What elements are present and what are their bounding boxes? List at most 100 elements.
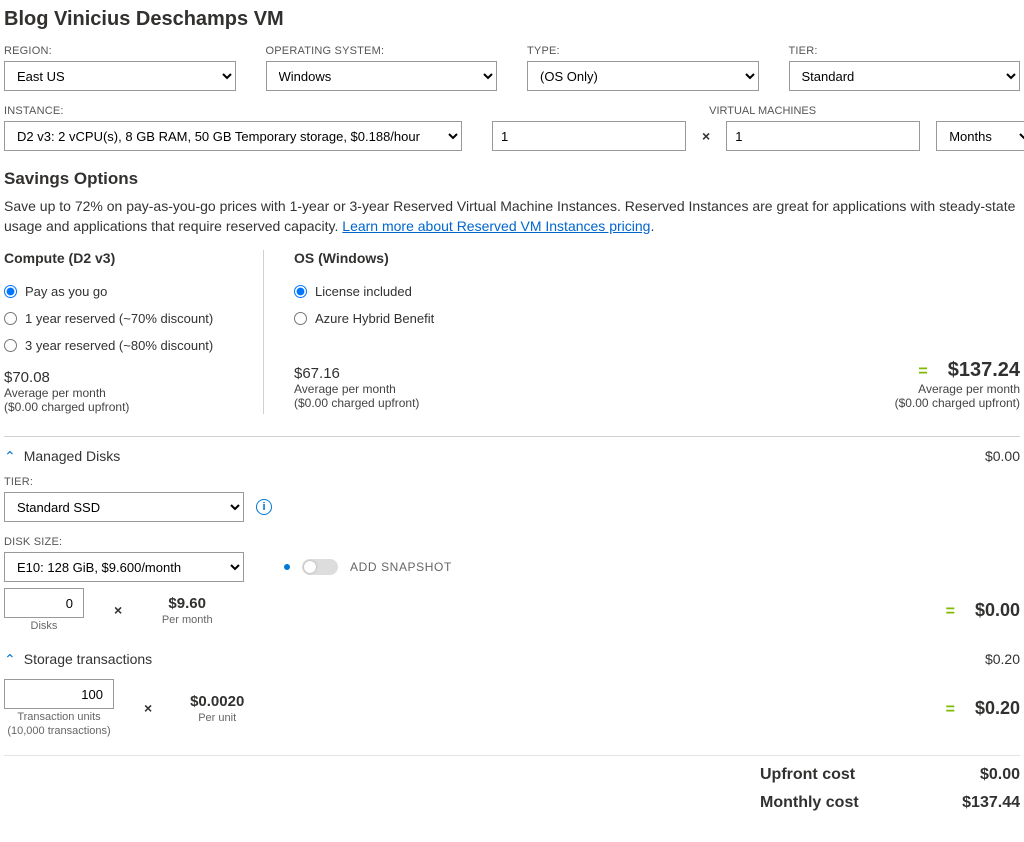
compute-3yr-option[interactable]: 3 year reserved (~80% discount) [4, 338, 233, 353]
os-license-label: License included [315, 284, 412, 299]
type-field: TYPE: (OS Only) [527, 45, 759, 91]
divider [4, 436, 1020, 437]
reserved-instances-link[interactable]: Learn more about Reserved VM Instances p… [342, 218, 650, 234]
tier-select[interactable]: Standard [789, 61, 1021, 91]
filter-row: REGION: East US OPERATING SYSTEM: Window… [4, 45, 1020, 91]
os-price-sub2: ($0.00 charged upfront) [294, 396, 534, 410]
duration-input[interactable] [726, 121, 920, 151]
disk-calc-line: Disks × $9.60 Per month = $0.00 [4, 588, 1020, 632]
instance-label: INSTANCE: [4, 105, 462, 117]
os-column: OS (Windows) License included Azure Hybr… [294, 250, 554, 414]
tier-field: TIER: Standard [789, 45, 1021, 91]
storage-tx-title: Storage transactions [24, 651, 152, 667]
chevron-up-icon: ⌄ [4, 447, 16, 464]
page-title: Blog Vinicius Deschamps VM [4, 8, 1020, 31]
disk-tier-label: TIER: [4, 476, 244, 488]
compute-subtotal-amount: $137.24 [948, 359, 1020, 382]
tx-qty-col: Transaction units (10,000 transactions) [4, 679, 114, 737]
os-license-option[interactable]: License included [294, 284, 534, 299]
info-icon[interactable]: i [256, 499, 272, 515]
disk-qty-label: Disks [31, 620, 58, 632]
os-price: $67.16 [294, 365, 534, 382]
vm-field: VIRTUAL MACHINES × Months [492, 105, 1024, 151]
tx-unit-label: Per unit [198, 712, 236, 724]
add-snapshot-toggle[interactable]: ADD SNAPSHOT [284, 559, 452, 575]
disk-size-field: DISK SIZE: E10: 128 GiB, $9.600/month [4, 536, 244, 582]
storage-tx-line-total: $0.20 [985, 651, 1020, 667]
divider [4, 755, 1020, 756]
storage-tx-header[interactable]: ⌄ Storage transactions $0.20 [4, 650, 1020, 667]
disk-size-select[interactable]: E10: 128 GiB, $9.600/month [4, 552, 244, 582]
chevron-up-icon: ⌄ [4, 650, 16, 667]
os-title: OS (Windows) [294, 250, 534, 266]
os-select[interactable]: Windows [266, 61, 498, 91]
os-price-block: $67.16 Average per month ($0.00 charged … [294, 365, 534, 410]
totals-block: Upfront cost $0.00 Monthly cost $137.44 [4, 766, 1020, 812]
disk-qty-col: Disks [4, 588, 84, 632]
compute-price: $70.08 [4, 369, 233, 386]
os-hybrid-radio[interactable] [294, 312, 307, 325]
compute-payg-option[interactable]: Pay as you go [4, 284, 233, 299]
equals-icon: = [918, 363, 927, 381]
multiply-icon: × [702, 128, 710, 144]
managed-disks-title: Managed Disks [24, 448, 121, 464]
managed-disks-header[interactable]: ⌄ Managed Disks $0.00 [4, 447, 1020, 464]
disk-subtotal-block: = $0.00 [946, 600, 1020, 621]
tx-qty-label: Transaction units [17, 711, 100, 723]
instance-field: INSTANCE: D2 v3: 2 vCPU(s), 8 GB RAM, 50… [4, 105, 462, 151]
os-label: OPERATING SYSTEM: [266, 45, 498, 57]
compute-3yr-label: 3 year reserved (~80% discount) [25, 338, 213, 353]
duration-unit-select[interactable]: Months [936, 121, 1024, 151]
vm-count-input[interactable] [492, 121, 686, 151]
type-label: TYPE: [527, 45, 759, 57]
vm-label: VIRTUAL MACHINES [492, 105, 1024, 117]
compute-price-sub1: Average per month [4, 386, 233, 400]
compute-payg-label: Pay as you go [25, 284, 107, 299]
os-license-radio[interactable] [294, 285, 307, 298]
compute-title: Compute (D2 v3) [4, 250, 233, 266]
snapshot-indicator-icon [284, 564, 290, 570]
upfront-cost-row: Upfront cost $0.00 [760, 766, 1020, 784]
compute-payg-radio[interactable] [4, 285, 17, 298]
managed-disks-line-total: $0.00 [985, 448, 1020, 464]
monthly-cost-row: Monthly cost $137.44 [760, 794, 1020, 812]
compute-subtotal-sub2: ($0.00 charged upfront) [895, 396, 1020, 410]
os-hybrid-option[interactable]: Azure Hybrid Benefit [294, 311, 534, 326]
compute-1yr-radio[interactable] [4, 312, 17, 325]
add-snapshot-label: ADD SNAPSHOT [350, 560, 452, 574]
disk-qty-input[interactable] [4, 588, 84, 618]
compute-3yr-radio[interactable] [4, 339, 17, 352]
savings-desc-post: . [650, 218, 654, 234]
disk-tier-field: TIER: Standard SSD [4, 476, 244, 522]
tx-unit-price: $0.0020 [190, 693, 244, 710]
instance-row: INSTANCE: D2 v3: 2 vCPU(s), 8 GB RAM, 50… [4, 105, 1020, 151]
type-select[interactable]: (OS Only) [527, 61, 759, 91]
savings-options-grid: Compute (D2 v3) Pay as you go 1 year res… [4, 250, 1020, 414]
equals-icon: = [946, 701, 955, 719]
compute-column: Compute (D2 v3) Pay as you go 1 year res… [4, 250, 264, 414]
region-field: REGION: East US [4, 45, 236, 91]
region-select[interactable]: East US [4, 61, 236, 91]
os-hybrid-label: Azure Hybrid Benefit [315, 311, 434, 326]
multiply-icon: × [114, 602, 122, 618]
compute-1yr-option[interactable]: 1 year reserved (~70% discount) [4, 311, 233, 326]
upfront-cost-label: Upfront cost [760, 766, 855, 784]
storage-tx-calc-line: Transaction units (10,000 transactions) … [4, 679, 1020, 737]
disk-size-label: DISK SIZE: [4, 536, 244, 548]
compute-price-block: $70.08 Average per month ($0.00 charged … [4, 369, 233, 414]
multiply-icon: × [144, 700, 152, 716]
compute-subtotal-sub1: Average per month [895, 382, 1020, 396]
tx-unitprice-col: $0.0020 Per unit [182, 693, 252, 724]
tier-label: TIER: [789, 45, 1021, 57]
os-field: OPERATING SYSTEM: Windows [266, 45, 498, 91]
tx-qty-input[interactable] [4, 679, 114, 709]
instance-select[interactable]: D2 v3: 2 vCPU(s), 8 GB RAM, 50 GB Tempor… [4, 121, 462, 151]
tx-qty-label2: (10,000 transactions) [7, 725, 110, 737]
toggle-pill-icon[interactable] [302, 559, 338, 575]
tx-subtotal: $0.20 [975, 698, 1020, 719]
disk-tier-select[interactable]: Standard SSD [4, 492, 244, 522]
upfront-cost-value: $0.00 [980, 766, 1020, 784]
compute-price-sub2: ($0.00 charged upfront) [4, 400, 233, 414]
disk-subtotal: $0.00 [975, 600, 1020, 621]
os-price-sub1: Average per month [294, 382, 534, 396]
